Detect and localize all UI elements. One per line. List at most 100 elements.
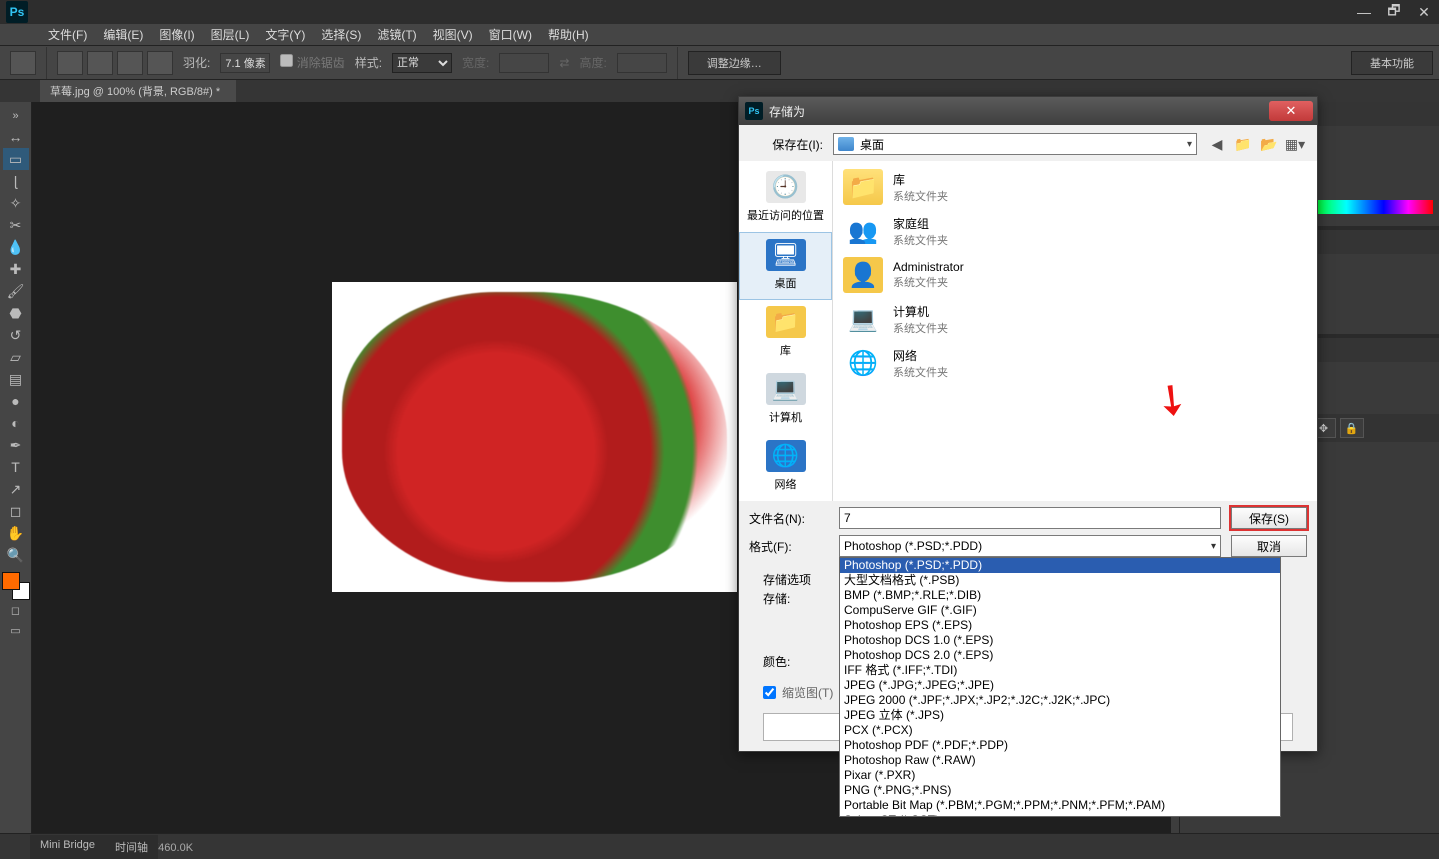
place-desktop[interactable]: 🖥桌面	[739, 232, 832, 300]
format-dropdown[interactable]: Photoshop (*.PSD;*.PDD) ▾	[839, 535, 1221, 557]
cancel-button[interactable]: 取消	[1231, 535, 1307, 557]
tool-preset-icon[interactable]	[10, 51, 36, 75]
style-label: 样式:	[355, 54, 382, 71]
tool-pen[interactable]: ✒	[3, 434, 29, 456]
document-tab[interactable]: 草莓.jpg @ 100% (背景, RGB/8#) *	[40, 80, 236, 102]
file-item-administrator[interactable]: 👤Administrator系统文件夹	[833, 253, 1317, 297]
marquee-mode-subtract[interactable]	[117, 51, 143, 75]
menu-filter[interactable]: 滤镜(T)	[369, 24, 424, 45]
tool-gradient[interactable]: ▤	[3, 368, 29, 390]
file-item-network[interactable]: 🌐网络系统文件夹	[833, 341, 1317, 385]
format-option[interactable]: Photoshop PDF (*.PDF;*.PDP)	[840, 738, 1280, 753]
format-selected-value: Photoshop (*.PSD;*.PDD)	[844, 539, 982, 553]
format-option[interactable]: Photoshop EPS (*.EPS)	[840, 618, 1280, 633]
marquee-mode-add[interactable]	[87, 51, 113, 75]
tool-path[interactable]: ↗	[3, 478, 29, 500]
tool-heal[interactable]: ✚	[3, 258, 29, 280]
menu-view[interactable]: 视图(V)	[425, 24, 481, 45]
nav-up-icon[interactable]: 📁	[1233, 134, 1253, 154]
format-option[interactable]: PCX (*.PCX)	[840, 723, 1280, 738]
file-item-computer[interactable]: 💻计算机系统文件夹	[833, 297, 1317, 341]
color-fg-bg[interactable]	[2, 572, 30, 600]
screen-mode-icon[interactable]: ▭	[3, 620, 29, 640]
tab-timeline[interactable]: 时间轴	[105, 835, 158, 859]
feather-input[interactable]	[220, 53, 270, 73]
place-computer[interactable]: 💻计算机	[739, 367, 832, 434]
nav-view-icon[interactable]: ▦▾	[1285, 134, 1305, 154]
marquee-mode-intersect[interactable]	[147, 51, 173, 75]
format-dropdown-list[interactable]: Photoshop (*.PSD;*.PDD)大型文档格式 (*.PSB)BMP…	[839, 557, 1281, 817]
format-option[interactable]: Pixar (*.PXR)	[840, 768, 1280, 783]
window-close-button[interactable]: ✕	[1409, 0, 1439, 24]
tool-marquee[interactable]: ▭	[3, 148, 29, 170]
tool-zoom[interactable]: 🔍	[3, 544, 29, 566]
tool-move[interactable]: ↔	[3, 126, 29, 148]
place-recent[interactable]: 🕘最近访问的位置	[739, 165, 832, 232]
tool-eraser[interactable]: ▱	[3, 346, 29, 368]
file-item-libraries[interactable]: 📁库系统文件夹	[833, 165, 1317, 209]
nav-back-icon[interactable]: ◀	[1207, 134, 1227, 154]
lock-all-icon[interactable]: 🔒	[1340, 418, 1364, 438]
tool-blur[interactable]: ●	[3, 390, 29, 412]
place-libraries[interactable]: 📁库	[739, 300, 832, 367]
menu-help[interactable]: 帮助(H)	[540, 24, 597, 45]
tab-mini-bridge[interactable]: Mini Bridge	[30, 835, 105, 859]
format-option[interactable]: Photoshop DCS 2.0 (*.EPS)	[840, 648, 1280, 663]
foreground-color-swatch[interactable]	[2, 572, 20, 590]
place-network[interactable]: 🌐网络	[739, 434, 832, 501]
window-minimize-button[interactable]: —	[1349, 0, 1379, 24]
refine-edge-button[interactable]: 调整边缘…	[688, 51, 781, 75]
format-option[interactable]: Photoshop DCS 1.0 (*.EPS)	[840, 633, 1280, 648]
menu-image[interactable]: 图像(I)	[151, 24, 202, 45]
chevron-down-icon: ▾	[1211, 541, 1216, 552]
nav-newfolder-icon[interactable]: 📂	[1259, 134, 1279, 154]
quick-mask-icon[interactable]: ◻	[3, 600, 29, 620]
style-select[interactable]: 正常	[392, 53, 452, 73]
format-option[interactable]: Photoshop Raw (*.RAW)	[840, 753, 1280, 768]
window-maximize-button[interactable]: 🗗	[1379, 0, 1409, 24]
format-option[interactable]: PNG (*.PNG;*.PNS)	[840, 783, 1280, 798]
menu-select[interactable]: 选择(S)	[313, 24, 369, 45]
tool-hand[interactable]: ✋	[3, 522, 29, 544]
height-input	[617, 53, 667, 73]
toolbar-toggle-icon[interactable]: »	[3, 106, 29, 126]
save-in-dropdown[interactable]: 桌面 ▾	[833, 133, 1197, 155]
document-canvas[interactable]	[332, 282, 737, 592]
menu-type[interactable]: 文字(Y)	[257, 24, 313, 45]
marquee-mode-new[interactable]	[57, 51, 83, 75]
dialog-titlebar[interactable]: Ps 存储为 ✕	[739, 97, 1317, 125]
filename-input[interactable]	[839, 507, 1221, 529]
menu-window[interactable]: 窗口(W)	[481, 24, 540, 45]
tool-crop[interactable]: ✂	[3, 214, 29, 236]
file-item-homegroup[interactable]: 👥家庭组系统文件夹	[833, 209, 1317, 253]
file-list[interactable]: 📁库系统文件夹 👥家庭组系统文件夹 👤Administrator系统文件夹 💻计…	[833, 161, 1317, 501]
tool-stamp[interactable]: ⬣	[3, 302, 29, 324]
save-section-label: 存储:	[763, 590, 833, 607]
format-option[interactable]: JPEG 2000 (*.JPF;*.JPX;*.JP2;*.J2C;*.J2K…	[840, 693, 1280, 708]
menu-file[interactable]: 文件(F)	[40, 24, 95, 45]
tool-wand[interactable]: ✧	[3, 192, 29, 214]
tool-history-brush[interactable]: ↺	[3, 324, 29, 346]
tool-type[interactable]: T	[3, 456, 29, 478]
format-option[interactable]: Photoshop (*.PSD;*.PDD)	[840, 558, 1280, 573]
format-option[interactable]: 大型文档格式 (*.PSB)	[840, 573, 1280, 588]
format-option[interactable]: Portable Bit Map (*.PBM;*.PGM;*.PPM;*.PN…	[840, 798, 1280, 813]
tool-shape[interactable]: ◻	[3, 500, 29, 522]
format-option[interactable]: IFF 格式 (*.IFF;*.TDI)	[840, 663, 1280, 678]
format-option[interactable]: JPEG 立体 (*.JPS)	[840, 708, 1280, 723]
format-option[interactable]: JPEG (*.JPG;*.JPEG;*.JPE)	[840, 678, 1280, 693]
dialog-app-icon: Ps	[745, 102, 763, 120]
format-option[interactable]: CompuServe GIF (*.GIF)	[840, 603, 1280, 618]
tool-lasso[interactable]: ɭ	[3, 170, 29, 192]
thumbnail-checkbox[interactable]	[763, 686, 776, 699]
format-option[interactable]: BMP (*.BMP;*.RLE;*.DIB)	[840, 588, 1280, 603]
save-button[interactable]: 保存(S)	[1231, 507, 1307, 529]
tool-eyedropper[interactable]: 💧	[3, 236, 29, 258]
menu-layer[interactable]: 图层(L)	[203, 24, 258, 45]
menu-edit[interactable]: 编辑(E)	[95, 24, 151, 45]
format-option[interactable]: Scitex CT (*.SCT)	[840, 813, 1280, 817]
tool-dodge[interactable]: ◐	[3, 412, 29, 434]
workspace-switcher[interactable]: 基本功能	[1351, 51, 1433, 75]
dialog-close-button[interactable]: ✕	[1269, 101, 1313, 121]
tool-brush[interactable]: 🖌	[3, 280, 29, 302]
